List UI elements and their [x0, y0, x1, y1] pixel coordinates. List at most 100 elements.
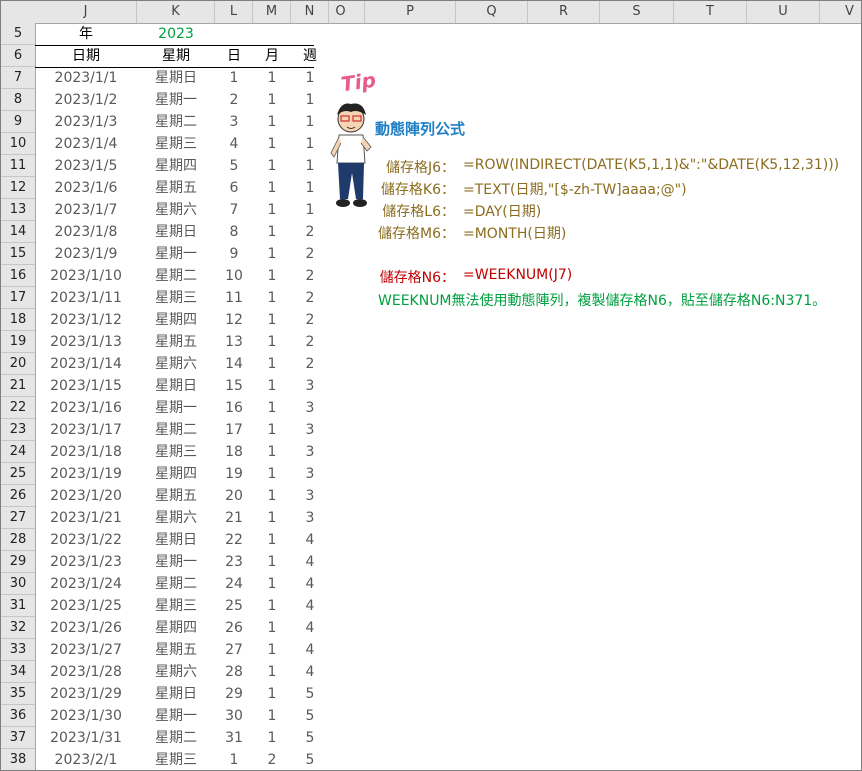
month-cell[interactable]: 1 [253, 265, 291, 287]
day-cell[interactable]: 21 [215, 507, 253, 529]
weekday-cell[interactable]: 星期四 [137, 463, 215, 485]
week-cell[interactable]: 5 [291, 749, 329, 770]
month-cell[interactable]: 1 [253, 199, 291, 221]
week-cell[interactable]: 2 [291, 265, 329, 287]
week-cell[interactable]: 3 [291, 441, 329, 463]
row-header[interactable]: 16 [1, 265, 35, 287]
row-header[interactable]: 33 [1, 639, 35, 661]
day-cell[interactable]: 12 [215, 309, 253, 331]
weekday-cell[interactable]: 星期日 [137, 221, 215, 243]
month-cell[interactable]: 1 [253, 133, 291, 155]
column-header-q[interactable]: Q [456, 1, 528, 23]
day-cell[interactable]: 30 [215, 705, 253, 727]
row-header[interactable]: 7 [1, 67, 35, 89]
date-cell[interactable]: 2023/1/14 [35, 353, 137, 375]
date-cell[interactable]: 2023/1/20 [35, 485, 137, 507]
weekday-cell[interactable]: 星期六 [137, 661, 215, 683]
weekday-cell[interactable]: 星期一 [137, 89, 215, 111]
date-cell[interactable]: 2023/1/19 [35, 463, 137, 485]
weekday-cell[interactable]: 星期六 [137, 199, 215, 221]
day-cell[interactable]: 1 [215, 749, 253, 770]
weekday-cell[interactable]: 星期五 [137, 639, 215, 661]
date-cell[interactable]: 2023/1/31 [35, 727, 137, 749]
row-header[interactable]: 35 [1, 683, 35, 705]
row-header[interactable]: 20 [1, 353, 35, 375]
row-header[interactable]: 9 [1, 111, 35, 133]
weekday-cell[interactable]: 星期一 [137, 397, 215, 419]
column-header-j[interactable]: J [35, 1, 137, 23]
date-cell[interactable]: 2023/1/4 [35, 133, 137, 155]
date-cell[interactable]: 2023/1/11 [35, 287, 137, 309]
weekday-cell[interactable]: 星期五 [137, 331, 215, 353]
month-cell[interactable]: 1 [253, 309, 291, 331]
day-cell[interactable]: 13 [215, 331, 253, 353]
row-header[interactable]: 38 [1, 749, 35, 770]
day-cell[interactable]: 23 [215, 551, 253, 573]
week-cell[interactable]: 2 [291, 287, 329, 309]
month-cell[interactable]: 1 [253, 243, 291, 265]
row-header[interactable]: 15 [1, 243, 35, 265]
month-cell[interactable]: 2 [253, 749, 291, 770]
month-cell[interactable]: 1 [253, 353, 291, 375]
week-cell[interactable]: 2 [291, 243, 329, 265]
week-cell[interactable]: 1 [291, 67, 329, 89]
header-date[interactable]: 日期 [35, 45, 137, 67]
month-cell[interactable]: 1 [253, 155, 291, 177]
row-header[interactable]: 18 [1, 309, 35, 331]
week-cell[interactable]: 3 [291, 397, 329, 419]
month-cell[interactable]: 1 [253, 441, 291, 463]
day-cell[interactable]: 10 [215, 265, 253, 287]
header-month[interactable]: 月 [253, 45, 291, 67]
date-cell[interactable]: 2023/1/15 [35, 375, 137, 397]
column-header-s[interactable]: S [600, 1, 674, 23]
column-header-m[interactable]: M [253, 1, 291, 23]
row-header[interactable]: 34 [1, 661, 35, 683]
month-cell[interactable]: 1 [253, 639, 291, 661]
day-cell[interactable]: 9 [215, 243, 253, 265]
header-weekday[interactable]: 星期 [137, 45, 215, 67]
date-cell[interactable]: 2023/1/7 [35, 199, 137, 221]
row-header[interactable]: 25 [1, 463, 35, 485]
column-header-v[interactable]: V [820, 1, 861, 23]
row-header[interactable]: 29 [1, 551, 35, 573]
header-week[interactable]: 週 [291, 45, 329, 67]
row-header[interactable]: 30 [1, 573, 35, 595]
row-header[interactable]: 8 [1, 89, 35, 111]
column-header-p[interactable]: P [365, 1, 456, 23]
day-cell[interactable]: 19 [215, 463, 253, 485]
day-cell[interactable]: 18 [215, 441, 253, 463]
column-header-k[interactable]: K [137, 1, 215, 23]
month-cell[interactable]: 1 [253, 485, 291, 507]
weekday-cell[interactable]: 星期一 [137, 705, 215, 727]
day-cell[interactable]: 3 [215, 111, 253, 133]
date-cell[interactable]: 2023/1/23 [35, 551, 137, 573]
week-cell[interactable]: 3 [291, 419, 329, 441]
date-cell[interactable]: 2023/1/28 [35, 661, 137, 683]
date-cell[interactable]: 2023/1/25 [35, 595, 137, 617]
month-cell[interactable]: 1 [253, 529, 291, 551]
column-header-u[interactable]: U [747, 1, 820, 23]
weekday-cell[interactable]: 星期三 [137, 749, 215, 770]
week-cell[interactable]: 5 [291, 705, 329, 727]
week-cell[interactable]: 2 [291, 309, 329, 331]
row-header[interactable]: 19 [1, 331, 35, 353]
date-cell[interactable]: 2023/1/26 [35, 617, 137, 639]
weekday-cell[interactable]: 星期四 [137, 309, 215, 331]
week-cell[interactable]: 4 [291, 617, 329, 639]
day-cell[interactable]: 2 [215, 89, 253, 111]
day-cell[interactable]: 26 [215, 617, 253, 639]
weekday-cell[interactable]: 星期二 [137, 727, 215, 749]
weekday-cell[interactable]: 星期日 [137, 67, 215, 89]
week-cell[interactable]: 1 [291, 111, 329, 133]
row-header[interactable]: 5 [1, 23, 35, 45]
date-cell[interactable]: 2023/2/1 [35, 749, 137, 770]
week-cell[interactable]: 4 [291, 573, 329, 595]
month-cell[interactable]: 1 [253, 397, 291, 419]
weekday-cell[interactable]: 星期六 [137, 507, 215, 529]
weekday-cell[interactable]: 星期四 [137, 617, 215, 639]
weekday-cell[interactable]: 星期三 [137, 287, 215, 309]
row-header[interactable]: 6 [1, 45, 35, 67]
month-cell[interactable]: 1 [253, 705, 291, 727]
date-cell[interactable]: 2023/1/29 [35, 683, 137, 705]
weekday-cell[interactable]: 星期二 [137, 111, 215, 133]
